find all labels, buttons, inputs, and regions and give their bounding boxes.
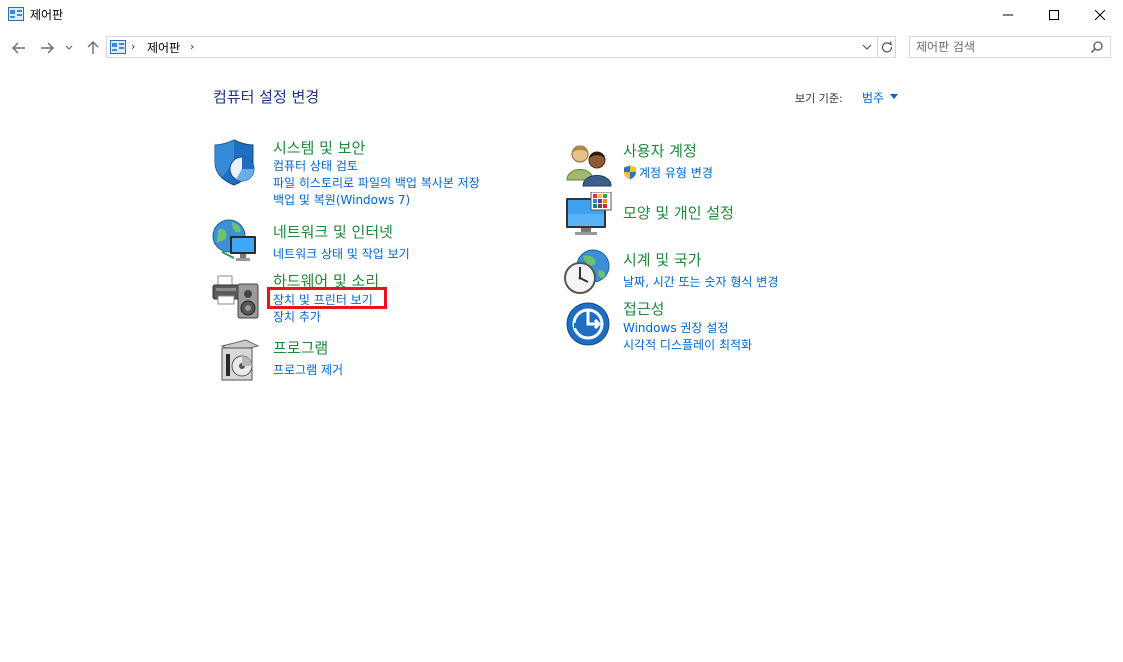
appearance-monitor-icon[interactable] [565, 192, 613, 240]
breadcrumb-control-panel[interactable]: 제어판 [147, 39, 180, 56]
arrow-left-icon [12, 42, 25, 54]
address-dropdown-button[interactable] [859, 39, 875, 55]
highlight-box [267, 287, 387, 309]
breadcrumb-separator[interactable]: › [131, 40, 135, 53]
close-button[interactable] [1077, 0, 1123, 30]
title-bar: 제어판 [0, 0, 1123, 30]
refresh-button[interactable] [877, 37, 896, 57]
uac-shield-icon [624, 165, 636, 180]
link-backup-restore[interactable]: 백업 및 복원(Windows 7) [273, 191, 410, 208]
printer-speaker-icon[interactable] [212, 272, 260, 320]
category-system-security[interactable]: 시스템 및 보안 [273, 137, 365, 158]
link-windows-recommended-settings[interactable]: Windows 권장 설정 [623, 319, 728, 336]
maximize-icon [1049, 10, 1059, 20]
search-icon[interactable] [1090, 40, 1104, 54]
minimize-icon [1003, 14, 1013, 16]
page-title: 컴퓨터 설정 변경 [213, 88, 320, 106]
chevron-down-icon [862, 44, 872, 50]
caret-down-icon[interactable] [890, 94, 898, 99]
link-uninstall-program[interactable]: 프로그램 제거 [273, 361, 343, 378]
category-programs[interactable]: 프로그램 [273, 337, 328, 358]
category-ease-of-access[interactable]: 접근성 [623, 298, 664, 319]
arrow-right-icon [41, 42, 54, 54]
arrow-up-icon [87, 41, 99, 54]
back-button[interactable] [8, 38, 30, 58]
breadcrumb-separator[interactable]: › [190, 40, 194, 53]
category-network-internet[interactable]: 네트워크 및 인터넷 [273, 221, 393, 242]
accessibility-icon[interactable] [565, 301, 613, 349]
up-button[interactable] [82, 38, 104, 58]
view-by-dropdown[interactable]: 범주 [862, 89, 884, 106]
link-file-history-backup[interactable]: 파일 히스토리로 파일의 백업 복사본 저장 [273, 174, 480, 191]
control-panel-icon [110, 40, 126, 54]
search-box[interactable] [909, 36, 1111, 58]
chevron-down-icon [65, 45, 73, 50]
maximize-button[interactable] [1031, 0, 1077, 30]
clock-globe-icon[interactable] [563, 248, 611, 296]
category-appearance-personalization[interactable]: 모양 및 개인 설정 [623, 202, 734, 223]
category-clock-region[interactable]: 시계 및 국가 [623, 249, 702, 270]
category-user-accounts[interactable]: 사용자 계정 [623, 140, 697, 161]
link-review-computer-status[interactable]: 컴퓨터 상태 검토 [273, 157, 358, 174]
network-globe-icon[interactable] [212, 216, 260, 264]
refresh-icon [881, 41, 893, 53]
forward-button[interactable] [36, 38, 58, 58]
link-optimize-visual-display[interactable]: 시각적 디스플레이 최적화 [623, 336, 752, 353]
programs-disc-box-icon[interactable] [216, 336, 264, 384]
close-icon [1095, 10, 1105, 20]
recent-locations-button[interactable] [62, 38, 76, 58]
address-bar[interactable]: › 제어판 › [106, 36, 896, 58]
shield-icon[interactable] [212, 138, 260, 186]
user-accounts-icon[interactable] [565, 140, 613, 188]
link-network-status[interactable]: 네트워크 상태 및 작업 보기 [273, 245, 410, 262]
link-add-device[interactable]: 장치 추가 [273, 308, 321, 325]
control-panel-icon [8, 7, 24, 21]
minimize-button[interactable] [985, 0, 1031, 30]
window-title: 제어판 [30, 8, 64, 22]
link-change-account-type[interactable]: 계정 유형 변경 [639, 164, 713, 181]
link-change-date-time-format[interactable]: 날짜, 시간 또는 숫자 형식 변경 [623, 273, 778, 290]
search-input[interactable] [916, 39, 1086, 55]
view-by-label: 보기 기준: [795, 92, 843, 105]
